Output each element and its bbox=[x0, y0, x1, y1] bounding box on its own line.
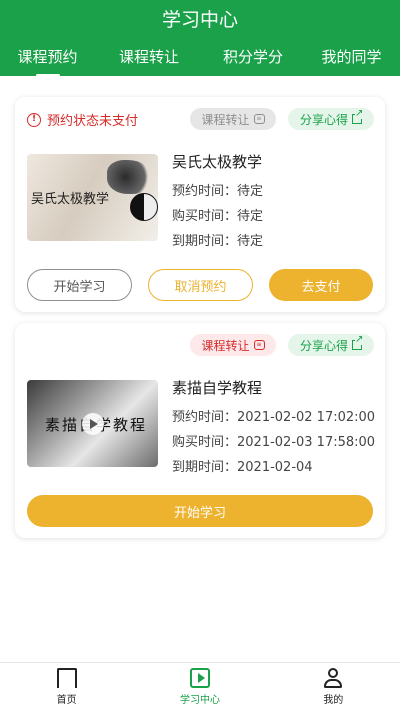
external-link-icon bbox=[352, 108, 364, 124]
start-learning-button[interactable]: 开始学习 bbox=[27, 269, 132, 301]
bookmark-icon bbox=[56, 668, 77, 690]
start-learning-button[interactable]: 开始学习 bbox=[27, 495, 373, 527]
course-thumbnail[interactable]: 吴氏太极教学 bbox=[27, 154, 158, 241]
pay-button[interactable]: 去支付 bbox=[269, 269, 373, 301]
transfer-label: 课程转让 bbox=[201, 338, 250, 353]
nav-profile-label: 我的 bbox=[323, 695, 344, 706]
course-info: 吴氏太极教学 预约时间：待定 购买时间：待定 到期时间：待定 bbox=[172, 151, 263, 254]
user-icon bbox=[323, 668, 343, 688]
bottom-nav: 首页 学习中心 我的 bbox=[0, 662, 400, 711]
share-button[interactable]: 分享心得 bbox=[288, 334, 374, 356]
tab-course-booking[interactable]: 课程预约 bbox=[0, 46, 95, 77]
purchase-time: 购买时间：待定 bbox=[172, 209, 264, 224]
expire-time: 到期时间：待定 bbox=[172, 234, 264, 249]
play-video-icon bbox=[189, 668, 210, 688]
nav-home-label: 首页 bbox=[56, 695, 77, 706]
purchase-time: 购买时间：2021-02-03 17:58:00 bbox=[172, 435, 376, 450]
status-badge: ! 预约状态未支付 bbox=[27, 110, 138, 129]
nav-home[interactable]: 首页 bbox=[0, 663, 133, 711]
taiji-icon bbox=[130, 193, 158, 221]
external-link-icon bbox=[352, 334, 364, 350]
course-info: 素描自学教程 预约时间：2021-02-02 17:02:00 购买时间：202… bbox=[172, 377, 375, 480]
appointment-time: 预约时间：待定 bbox=[172, 184, 264, 199]
dragon-artwork bbox=[107, 160, 153, 194]
appointment-time: 预约时间：2021-02-02 17:02:00 bbox=[172, 410, 376, 425]
transfer-icon: ≡ bbox=[253, 114, 265, 124]
tab-my-classmates[interactable]: 我的同学 bbox=[303, 46, 400, 67]
tab-bar: 课程预约 课程转让 积分学分 我的同学 bbox=[0, 46, 400, 77]
nav-profile[interactable]: 我的 bbox=[267, 663, 400, 711]
cancel-booking-button[interactable]: 取消预约 bbox=[148, 269, 253, 301]
tab-points-credits[interactable]: 积分学分 bbox=[203, 46, 303, 67]
transfer-icon: ≡ bbox=[253, 340, 265, 350]
tab-course-transfer[interactable]: 课程转让 bbox=[95, 46, 203, 67]
course-name: 吴氏太极教学 bbox=[172, 153, 263, 171]
page-title: 学习中心 bbox=[161, 9, 238, 31]
transfer-label: 课程转让 bbox=[201, 112, 250, 127]
course-card: ! 预约状态未支付 课程转让 ≡ 分享心得 吴氏太极教学 吴氏太极教学 预约时间… bbox=[15, 97, 385, 312]
nav-learning-center-label: 学习中心 bbox=[179, 695, 220, 706]
transfer-button[interactable]: 课程转让 ≡ bbox=[190, 334, 276, 356]
expire-time: 到期时间：2021-02-04 bbox=[172, 460, 313, 475]
share-label: 分享心得 bbox=[299, 112, 348, 127]
play-icon[interactable] bbox=[82, 413, 104, 435]
share-label: 分享心得 bbox=[299, 338, 348, 353]
nav-learning-center[interactable]: 学习中心 bbox=[133, 663, 266, 711]
status-text: 预约状态未支付 bbox=[47, 114, 139, 129]
course-thumbnail[interactable]: 素描自学教程 bbox=[27, 380, 158, 467]
course-name: 素描自学教程 bbox=[172, 379, 263, 397]
transfer-button[interactable]: 课程转让 ≡ bbox=[190, 108, 276, 130]
app-header: 学习中心 课程预约 课程转让 积分学分 我的同学 bbox=[0, 0, 400, 77]
share-button[interactable]: 分享心得 bbox=[288, 108, 374, 130]
course-card: 课程转让 ≡ 分享心得 素描自学教程 素描自学教程 预约时间：2021-02-0… bbox=[15, 323, 385, 538]
alert-icon: ! bbox=[27, 112, 41, 127]
thumbnail-caption: 吴氏太极教学 bbox=[31, 192, 110, 207]
